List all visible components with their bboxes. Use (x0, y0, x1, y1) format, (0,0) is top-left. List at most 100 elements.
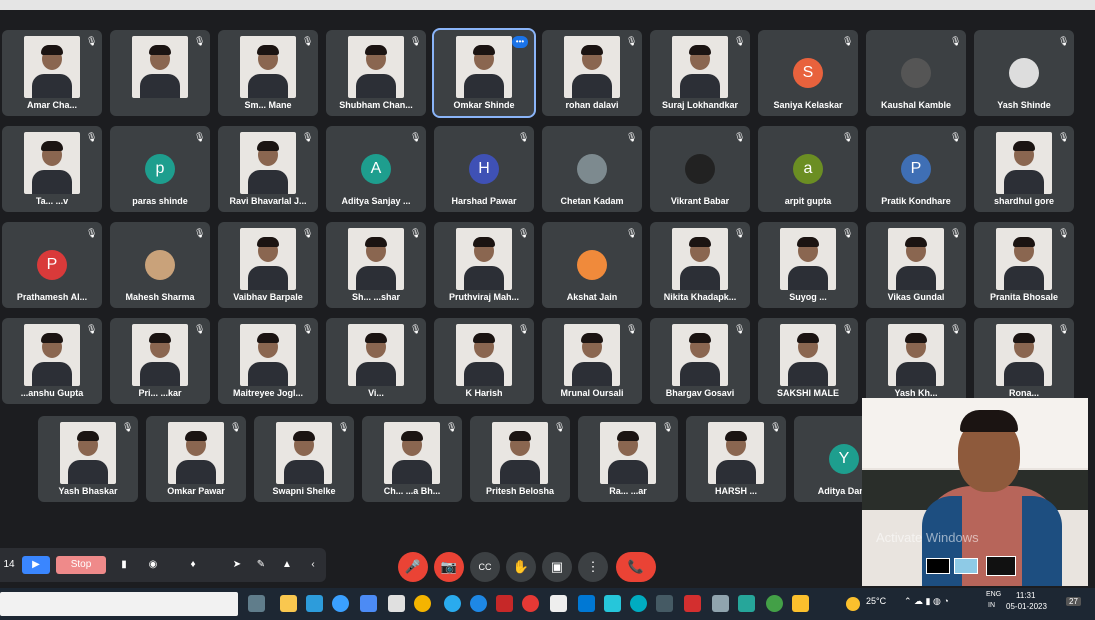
participant-tile[interactable]: 🎙 Ra... ...ar (578, 416, 678, 502)
stop-button[interactable]: Stop (56, 556, 106, 574)
participant-tile[interactable]: 🎙 Yash Shinde (974, 30, 1074, 116)
self-ctrl-2[interactable] (954, 558, 978, 574)
participant-video (24, 324, 80, 386)
participant-tile[interactable]: 🎙 Ravi Bhavarlal J... (218, 126, 318, 212)
app-gray-icon[interactable] (656, 595, 673, 612)
end-call-button[interactable]: 📞 (616, 552, 656, 582)
store-icon[interactable] (306, 595, 323, 612)
webcam-icon[interactable]: ◉ (144, 556, 162, 574)
participant-tile[interactable]: 🎙 Maitreyee Jogl... (218, 318, 318, 404)
more-options-icon[interactable]: ••• (512, 36, 528, 48)
participant-video (348, 36, 404, 98)
sticky-notes-icon[interactable] (792, 595, 809, 612)
participant-tile[interactable]: H 🎙 Harshad Pawar (434, 126, 534, 212)
meet-icon[interactable] (766, 595, 783, 612)
participant-tile[interactable]: P 🎙 Pratik Kondhare (866, 126, 966, 212)
present-button[interactable]: ▣ (542, 552, 572, 582)
pointer-icon[interactable]: ➤ (230, 556, 244, 574)
participant-tile[interactable]: 🎙 Amar Cha... (2, 30, 102, 116)
participant-tile[interactable]: 🎙 rohan dalavi (542, 30, 642, 116)
app-white-icon[interactable] (550, 595, 567, 612)
notification-badge[interactable]: 27 (1066, 597, 1081, 606)
participant-tile[interactable]: 🎙 Akshat Jain (542, 222, 642, 308)
trash-icon[interactable]: ▮ (116, 556, 132, 574)
participant-tile[interactable]: 🎙 SAKSHI MALE (758, 318, 858, 404)
taskbar-search-input[interactable] (0, 592, 238, 616)
participant-tile[interactable]: 🎙 Vikas Gundal (866, 222, 966, 308)
participant-tile[interactable]: 🎙 Pruthviraj Mah... (434, 222, 534, 308)
video-body (464, 362, 504, 386)
task-view-icon[interactable] (248, 595, 265, 612)
participant-tile[interactable]: 🎙 Ta... ...v (2, 126, 102, 212)
participant-tile[interactable]: 🎙 Bhargav Gosavi (650, 318, 750, 404)
captions-button[interactable]: CC (470, 552, 500, 582)
tray-icons[interactable]: ⌃ ☁ ▮ ◍ ◔ (904, 596, 949, 607)
participant-tile[interactable]: 🎙 HARSH ... (686, 416, 786, 502)
participant-tile[interactable]: 🎙 Yash Kh... (866, 318, 966, 404)
participant-tile[interactable]: 🎙 Mahesh Sharma (110, 222, 210, 308)
more-options-button[interactable]: ⋮ (578, 552, 608, 582)
self-ctrl-1[interactable] (926, 558, 950, 574)
participant-tile[interactable]: 🎙 Vaibhav Barpale (218, 222, 318, 308)
participant-tile[interactable]: 🎙 Mrunal Oursali (542, 318, 642, 404)
participant-tile[interactable]: 🎙 ...anshu Gupta (2, 318, 102, 404)
photos-icon[interactable] (604, 595, 621, 612)
participant-tile[interactable]: 🎙 Chetan Kadam (542, 126, 642, 212)
participant-tile[interactable]: 🎙 Ch... ...a Bh... (362, 416, 462, 502)
participant-tile[interactable]: 🎙 Pri... ...kar (110, 318, 210, 404)
participant-tile[interactable]: 🎙 K Harish (434, 318, 534, 404)
browser-icon[interactable] (470, 595, 487, 612)
mail-icon[interactable] (360, 595, 377, 612)
mic-icon[interactable]: ♦ (184, 556, 202, 574)
video-hair (149, 333, 171, 343)
pen-icon[interactable]: ✎ (254, 556, 268, 574)
opera-icon[interactable] (522, 595, 539, 612)
participant-tile[interactable]: 🎙 Vi... (326, 318, 426, 404)
participant-tile[interactable]: ••• Omkar Shinde (432, 28, 536, 118)
participant-tile[interactable]: A 🎙 Aditya Sanjay ... (326, 126, 426, 212)
participant-tile[interactable]: 🎙 Shubham Chan... (326, 30, 426, 116)
telegram-icon[interactable] (444, 595, 461, 612)
participant-tile[interactable]: 🎙 (110, 30, 210, 116)
settings-icon[interactable] (712, 595, 729, 612)
notepad-icon[interactable] (388, 595, 405, 612)
participant-tile[interactable]: 🎙 Yash Bhaskar (38, 416, 138, 502)
video-hair (797, 333, 819, 343)
participant-tile[interactable]: 🎙 Omkar Pawar (146, 416, 246, 502)
camera-toggle-button[interactable]: 📷 (434, 552, 464, 582)
participant-tile[interactable]: S 🎙 Saniya Kelaskar (758, 30, 858, 116)
play-button[interactable]: ▶ (22, 556, 50, 574)
mic-toggle-button[interactable]: 🎤 (398, 552, 428, 582)
participant-tile[interactable]: 🎙 Kaushal Kamble (866, 30, 966, 116)
app-blue-icon[interactable] (578, 595, 595, 612)
muted-mic-icon: 🎙 (734, 228, 746, 238)
participant-tile[interactable]: 🎙 Pritesh Belosha (470, 416, 570, 502)
participant-tile[interactable]: a 🎙 arpit gupta (758, 126, 858, 212)
chrome-icon[interactable] (414, 595, 431, 612)
participant-tile[interactable]: p 🎙 paras shinde (110, 126, 210, 212)
participant-tile[interactable]: 🎙 Rona... (974, 318, 1074, 404)
app-m-icon[interactable] (684, 595, 701, 612)
app-c-icon[interactable] (496, 595, 513, 612)
language-code[interactable]: ENG (986, 591, 1001, 598)
edge-icon[interactable] (332, 595, 349, 612)
app-teal-icon[interactable] (738, 595, 755, 612)
participant-tile[interactable]: 🎙 Suraj Lokhandkar (650, 30, 750, 116)
file-explorer-icon[interactable] (280, 595, 297, 612)
participant-tile[interactable]: 🎙 Sm... Mane (218, 30, 318, 116)
participant-tile[interactable]: P 🎙 Prathamesh Al... (2, 222, 102, 308)
raise-hand-button[interactable]: ✋ (506, 552, 536, 582)
participant-tile[interactable]: 🎙 shardhul gore (974, 126, 1074, 212)
video-hair (365, 333, 387, 343)
participant-tile[interactable]: 🎙 Vikrant Babar (650, 126, 750, 212)
collapse-icon[interactable]: ‹ (306, 556, 320, 574)
participant-tile[interactable]: 🎙 Pranita Bhosale (974, 222, 1074, 308)
participant-tile[interactable]: 🎙 Nikita Khadapk... (650, 222, 750, 308)
cortana-icon[interactable] (630, 595, 647, 612)
participant-tile[interactable]: 🎙 Sh... ...shar (326, 222, 426, 308)
participant-tile[interactable]: 🎙 Suyog ... (758, 222, 858, 308)
participant-tile[interactable]: 🎙 Swapni Shelke (254, 416, 354, 502)
self-ctrl-3[interactable] (986, 556, 1016, 576)
participant-avatar: A (361, 154, 391, 184)
highlighter-icon[interactable]: ▲ (280, 556, 294, 574)
